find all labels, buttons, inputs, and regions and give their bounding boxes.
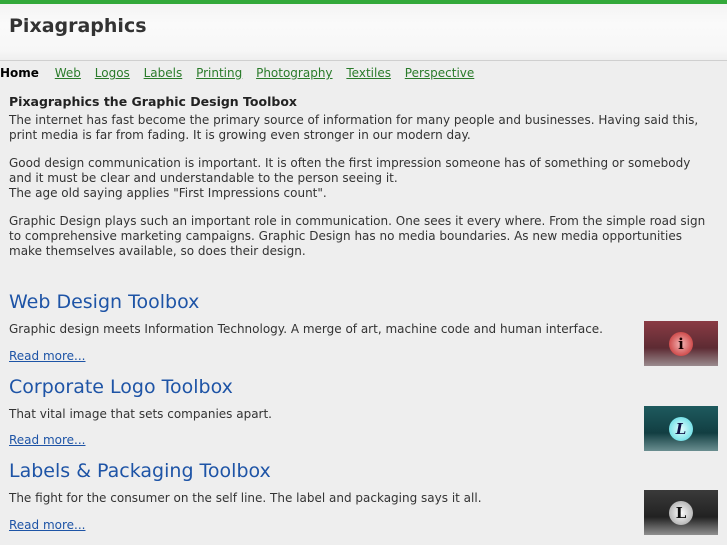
read-more-link[interactable]: Read more... xyxy=(9,518,86,532)
script-logo-icon: L xyxy=(669,416,693,441)
section-labels-packaging: Labels & Packaging Toolbox The fight for… xyxy=(9,460,719,535)
nav-item-textiles[interactable]: Textiles xyxy=(346,66,391,80)
nav-item-printing[interactable]: Printing xyxy=(196,66,242,80)
intro-block: Pixagraphics the Graphic Design Toolbox … xyxy=(9,94,709,272)
labels-packaging-thumbnail[interactable]: L xyxy=(644,490,718,535)
site-title: Pixagraphics xyxy=(9,15,147,37)
section-title[interactable]: Web Design Toolbox xyxy=(9,291,719,313)
intro-paragraph: The internet has fast become the primary… xyxy=(9,113,699,142)
intro-paragraph: Good design communication is important. … xyxy=(9,156,691,185)
nav-item-labels[interactable]: Labels xyxy=(144,66,183,80)
section-corporate-logo: Corporate Logo Toolbox That vital image … xyxy=(9,376,719,451)
nav-item-web[interactable]: Web xyxy=(55,66,81,80)
read-more-link[interactable]: Read more... xyxy=(9,433,86,447)
section-description: That vital image that sets companies apa… xyxy=(9,407,272,421)
info-icon: i xyxy=(669,331,693,356)
nav-item-photography[interactable]: Photography xyxy=(256,66,332,80)
section-title[interactable]: Corporate Logo Toolbox xyxy=(9,376,719,398)
section-web-design: Web Design Toolbox Graphic design meets … xyxy=(9,291,719,366)
section-title[interactable]: Labels & Packaging Toolbox xyxy=(9,460,719,482)
intro-paragraph: Graphic Design plays such an important r… xyxy=(9,214,706,258)
section-description: The fight for the consumer on the self l… xyxy=(9,491,482,505)
main-nav: Home Web Logos Labels Printing Photograp… xyxy=(0,66,484,80)
intro-paragraph: The age old saying applies "First Impres… xyxy=(9,186,327,200)
nav-item-home[interactable]: Home xyxy=(0,66,39,80)
web-design-thumbnail[interactable]: i xyxy=(644,321,718,366)
site-header: Pixagraphics xyxy=(0,4,727,61)
nav-item-logos[interactable]: Logos xyxy=(95,66,130,80)
intro-title: Pixagraphics the Graphic Design Toolbox xyxy=(9,94,297,109)
read-more-link[interactable]: Read more... xyxy=(9,349,86,363)
nav-item-perspective[interactable]: Perspective xyxy=(405,66,475,80)
corporate-logo-thumbnail[interactable]: L xyxy=(644,406,718,451)
label-letter-icon: L xyxy=(669,500,693,525)
section-description: Graphic design meets Information Technol… xyxy=(9,322,603,336)
